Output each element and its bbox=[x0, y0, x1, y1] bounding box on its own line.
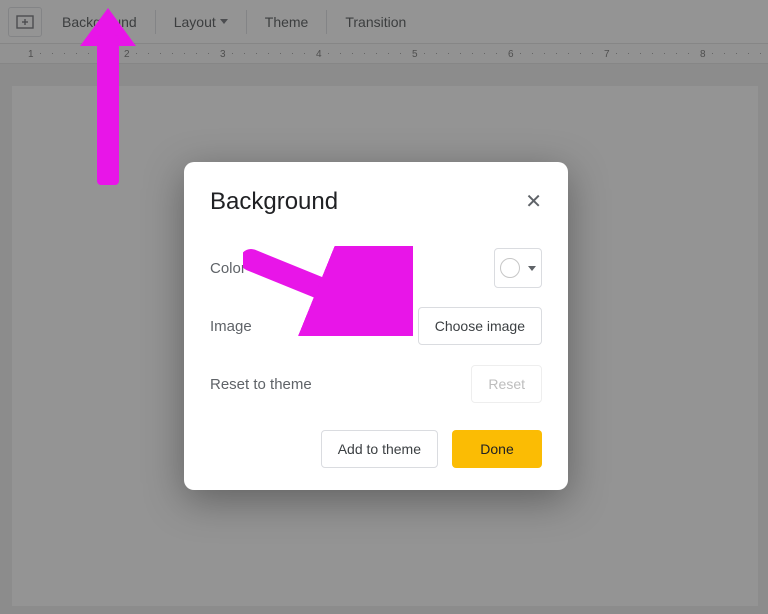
toolbar-layout-button[interactable]: Layout bbox=[166, 7, 236, 37]
ruler-tick-label: 5 bbox=[412, 49, 418, 60]
done-label: Done bbox=[480, 441, 513, 457]
new-slide-icon bbox=[16, 15, 34, 29]
ruler-tick-label: 6 bbox=[508, 49, 514, 60]
chevron-down-icon bbox=[528, 266, 536, 271]
toolbar-background-label: Background bbox=[62, 14, 137, 30]
toolbar-separator bbox=[326, 10, 327, 34]
ruler-tick-label: 7 bbox=[604, 49, 610, 60]
new-slide-button[interactable] bbox=[8, 7, 42, 37]
add-to-theme-button[interactable]: Add to theme bbox=[321, 430, 438, 468]
ruler-tick-label: 1 bbox=[28, 49, 34, 60]
color-label: Color bbox=[210, 260, 246, 277]
arrow-diagonal-icon bbox=[251, 260, 379, 312]
dialog-title: Background bbox=[210, 188, 338, 216]
choose-image-button[interactable]: Choose image bbox=[418, 307, 542, 345]
color-picker-button[interactable] bbox=[494, 248, 542, 288]
done-button[interactable]: Done bbox=[452, 430, 542, 468]
color-swatch-icon bbox=[500, 258, 520, 278]
reset-button-label: Reset bbox=[488, 376, 525, 392]
ruler-tick-label: 4 bbox=[316, 49, 322, 60]
toolbar-separator bbox=[246, 10, 247, 34]
ruler: 1 2 3 4 5 6 7 8 bbox=[0, 44, 768, 64]
chevron-down-icon bbox=[220, 19, 228, 24]
dialog-row-reset: Reset to theme Reset bbox=[210, 362, 542, 406]
dialog-footer: Add to theme Done bbox=[210, 430, 542, 468]
toolbar-layout-label: Layout bbox=[174, 14, 216, 30]
choose-image-label: Choose image bbox=[435, 318, 525, 334]
add-to-theme-label: Add to theme bbox=[338, 441, 421, 457]
toolbar-transition-label: Transition bbox=[345, 14, 406, 30]
reset-label: Reset to theme bbox=[210, 376, 312, 393]
toolbar-theme-label: Theme bbox=[265, 14, 309, 30]
dialog-header: Background ✕ bbox=[210, 188, 542, 216]
toolbar-background-button[interactable]: Background bbox=[54, 7, 145, 37]
ruler-tick-label: 8 bbox=[700, 49, 706, 60]
ruler-tick-label: 2 bbox=[124, 49, 130, 60]
tutorial-arrow-diagonal bbox=[243, 246, 413, 336]
toolbar-theme-button[interactable]: Theme bbox=[257, 7, 317, 37]
toolbar-transition-button[interactable]: Transition bbox=[337, 7, 414, 37]
reset-button[interactable]: Reset bbox=[471, 365, 542, 403]
toolbar: Background Layout Theme Transition bbox=[0, 0, 768, 44]
close-icon[interactable]: ✕ bbox=[525, 192, 542, 212]
ruler-tick-label: 3 bbox=[220, 49, 226, 60]
toolbar-separator bbox=[155, 10, 156, 34]
